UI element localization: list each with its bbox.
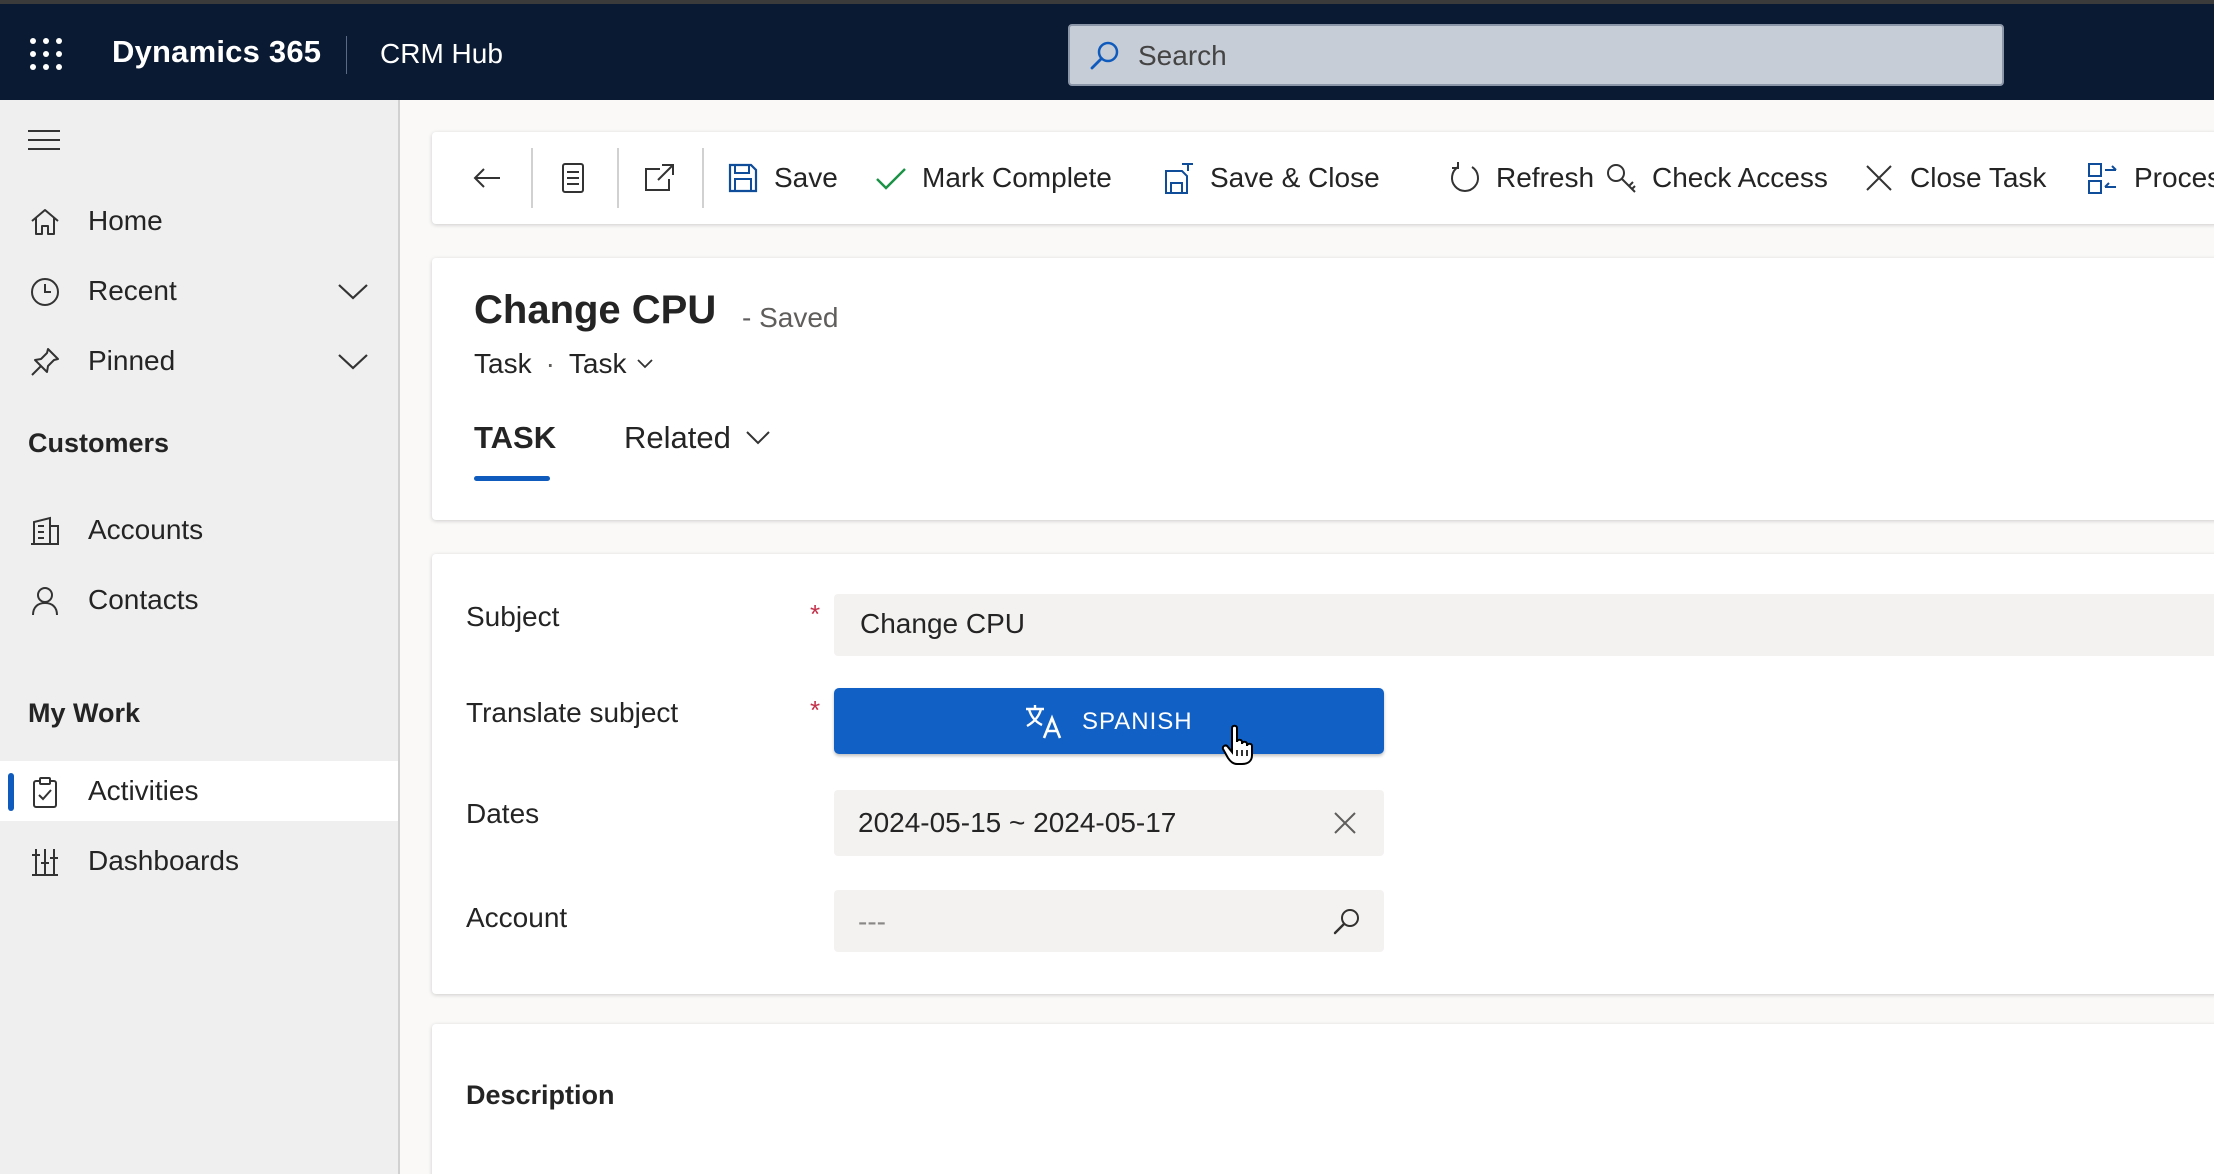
task-form-section: Subject * Change CPU Translate subject *… [432,554,2214,994]
record-title: Change CPU [474,288,717,332]
translate-icon [1026,705,1062,739]
save-icon [728,163,758,193]
clock-icon [31,278,59,306]
hand-pointer-cursor-icon [1221,724,1253,765]
sidebar-item-pinned[interactable]: Pinned [0,331,398,391]
section-heading-customers: Customers [28,428,170,458]
tab-related-label: Related [624,420,731,455]
save-and-close-label: Save & Close [1210,162,1380,193]
chevron-down-icon[interactable] [336,349,370,373]
dates-label: Dates [466,798,540,829]
sidebar-item-contacts[interactable]: Contacts [0,570,398,630]
mark-complete-label: Mark Complete [922,162,1112,193]
description-section: Description [432,1024,2214,1174]
translate-spanish-button[interactable]: SPANISH [834,688,1384,754]
sidebar: Home Recent Pinned Customers Accounts Co… [0,100,400,1174]
save-and-close-button[interactable]: Save & Close [1162,132,1380,224]
search-box[interactable] [1068,24,2004,86]
search-icon [1090,41,1119,70]
top-bar: Dynamics 365 CRM Hub [0,0,2214,100]
open-in-new-window-icon [645,164,674,191]
pin-icon [31,348,59,376]
search-input[interactable] [1138,34,1978,78]
app-name[interactable]: CRM Hub [380,38,503,70]
chevron-down-icon[interactable] [336,279,370,303]
required-indicator: * [810,695,821,725]
form-view-button[interactable] [556,132,590,224]
sidebar-item-label: Pinned [88,345,176,376]
sidebar-item-label: Contacts [88,584,199,615]
dates-field[interactable]: 2024-05-15 ~ 2024-05-17 [834,790,1384,856]
check-access-label: Check Access [1652,162,1828,193]
account-label: Account [466,902,568,933]
check-access-button[interactable]: Check Access [1604,132,1828,224]
translate-button-label: SPANISH [1082,708,1193,735]
refresh-button[interactable]: Refresh [1448,132,1594,224]
arrow-left-icon [473,168,500,188]
hamburger-menu-icon[interactable] [28,130,60,152]
process-button[interactable]: Process [2086,132,2214,224]
back-button[interactable] [470,132,504,224]
dates-value: 2024-05-15 ~ 2024-05-17 [858,807,1177,838]
command-bar: Save Mark Complete Save & Close Refresh … [432,132,2214,224]
dashboard-icon [32,849,58,876]
required-indicator: * [810,599,821,629]
subject-field[interactable]: Change CPU [834,594,2214,656]
account-value: --- [858,906,886,937]
accounts-icon [31,516,59,545]
form-selector[interactable]: Task [569,348,627,380]
refresh-label: Refresh [1496,162,1595,193]
sidebar-item-recent[interactable]: Recent [0,261,398,321]
sidebar-item-accounts[interactable]: Accounts [0,500,398,560]
tab-task[interactable]: TASK [474,420,556,481]
command-separator [531,148,533,208]
person-icon [32,587,58,616]
home-icon [31,209,59,235]
sidebar-item-activities[interactable]: Activities [0,761,398,821]
search-icon[interactable] [1332,906,1362,936]
record-header: Change CPU - Saved Task · Task TASK Rela… [432,258,2214,520]
key-icon [1607,164,1636,193]
close-icon[interactable] [1332,810,1358,836]
sidebar-item-label: Recent [88,275,177,306]
record-type-line: Task · Task [474,348,654,380]
entity-name: Task [474,348,532,379]
mark-complete-button[interactable]: Mark Complete [874,132,1112,224]
sidebar-item-dashboards[interactable]: Dashboards [0,831,398,891]
form-icon [562,163,584,193]
refresh-icon [1451,162,1479,192]
translate-subject-label: Translate subject [466,697,679,728]
process-icon [2088,163,2117,194]
process-label: Process [2134,162,2214,193]
section-heading-my-work: My Work [28,698,141,728]
sidebar-item-label: Activities [88,775,199,806]
app-launcher-icon[interactable] [30,38,62,70]
save-button[interactable]: Save [726,132,838,224]
sidebar-item-label: Accounts [88,514,204,545]
sidebar-item-label: Home [88,205,163,236]
close-icon [1866,165,1892,191]
tab-related[interactable]: Related [624,420,771,456]
chevron-down-icon[interactable] [636,358,654,370]
command-separator [617,148,619,208]
close-task-button[interactable]: Close Task [1862,132,2046,224]
open-new-window-button[interactable] [642,132,676,224]
checkmark-icon [876,168,906,190]
subject-label: Subject [466,601,560,632]
main-content: Save Mark Complete Save & Close Refresh … [400,100,2214,1174]
sidebar-item-home[interactable]: Home [0,191,398,251]
save-close-icon [1165,163,1193,194]
brand-divider [346,36,347,74]
separator-dot: · [545,348,555,379]
account-lookup-field[interactable]: --- [834,890,1384,952]
close-task-label: Close Task [1910,162,2047,193]
command-separator [702,148,704,208]
product-name[interactable]: Dynamics 365 [112,34,321,70]
sidebar-item-label: Dashboards [88,845,239,876]
save-button-label: Save [774,162,838,193]
description-heading: Description [466,1080,615,1110]
save-status: - Saved [742,302,839,333]
clipboard-icon [33,777,57,808]
chevron-down-icon [746,431,770,445]
